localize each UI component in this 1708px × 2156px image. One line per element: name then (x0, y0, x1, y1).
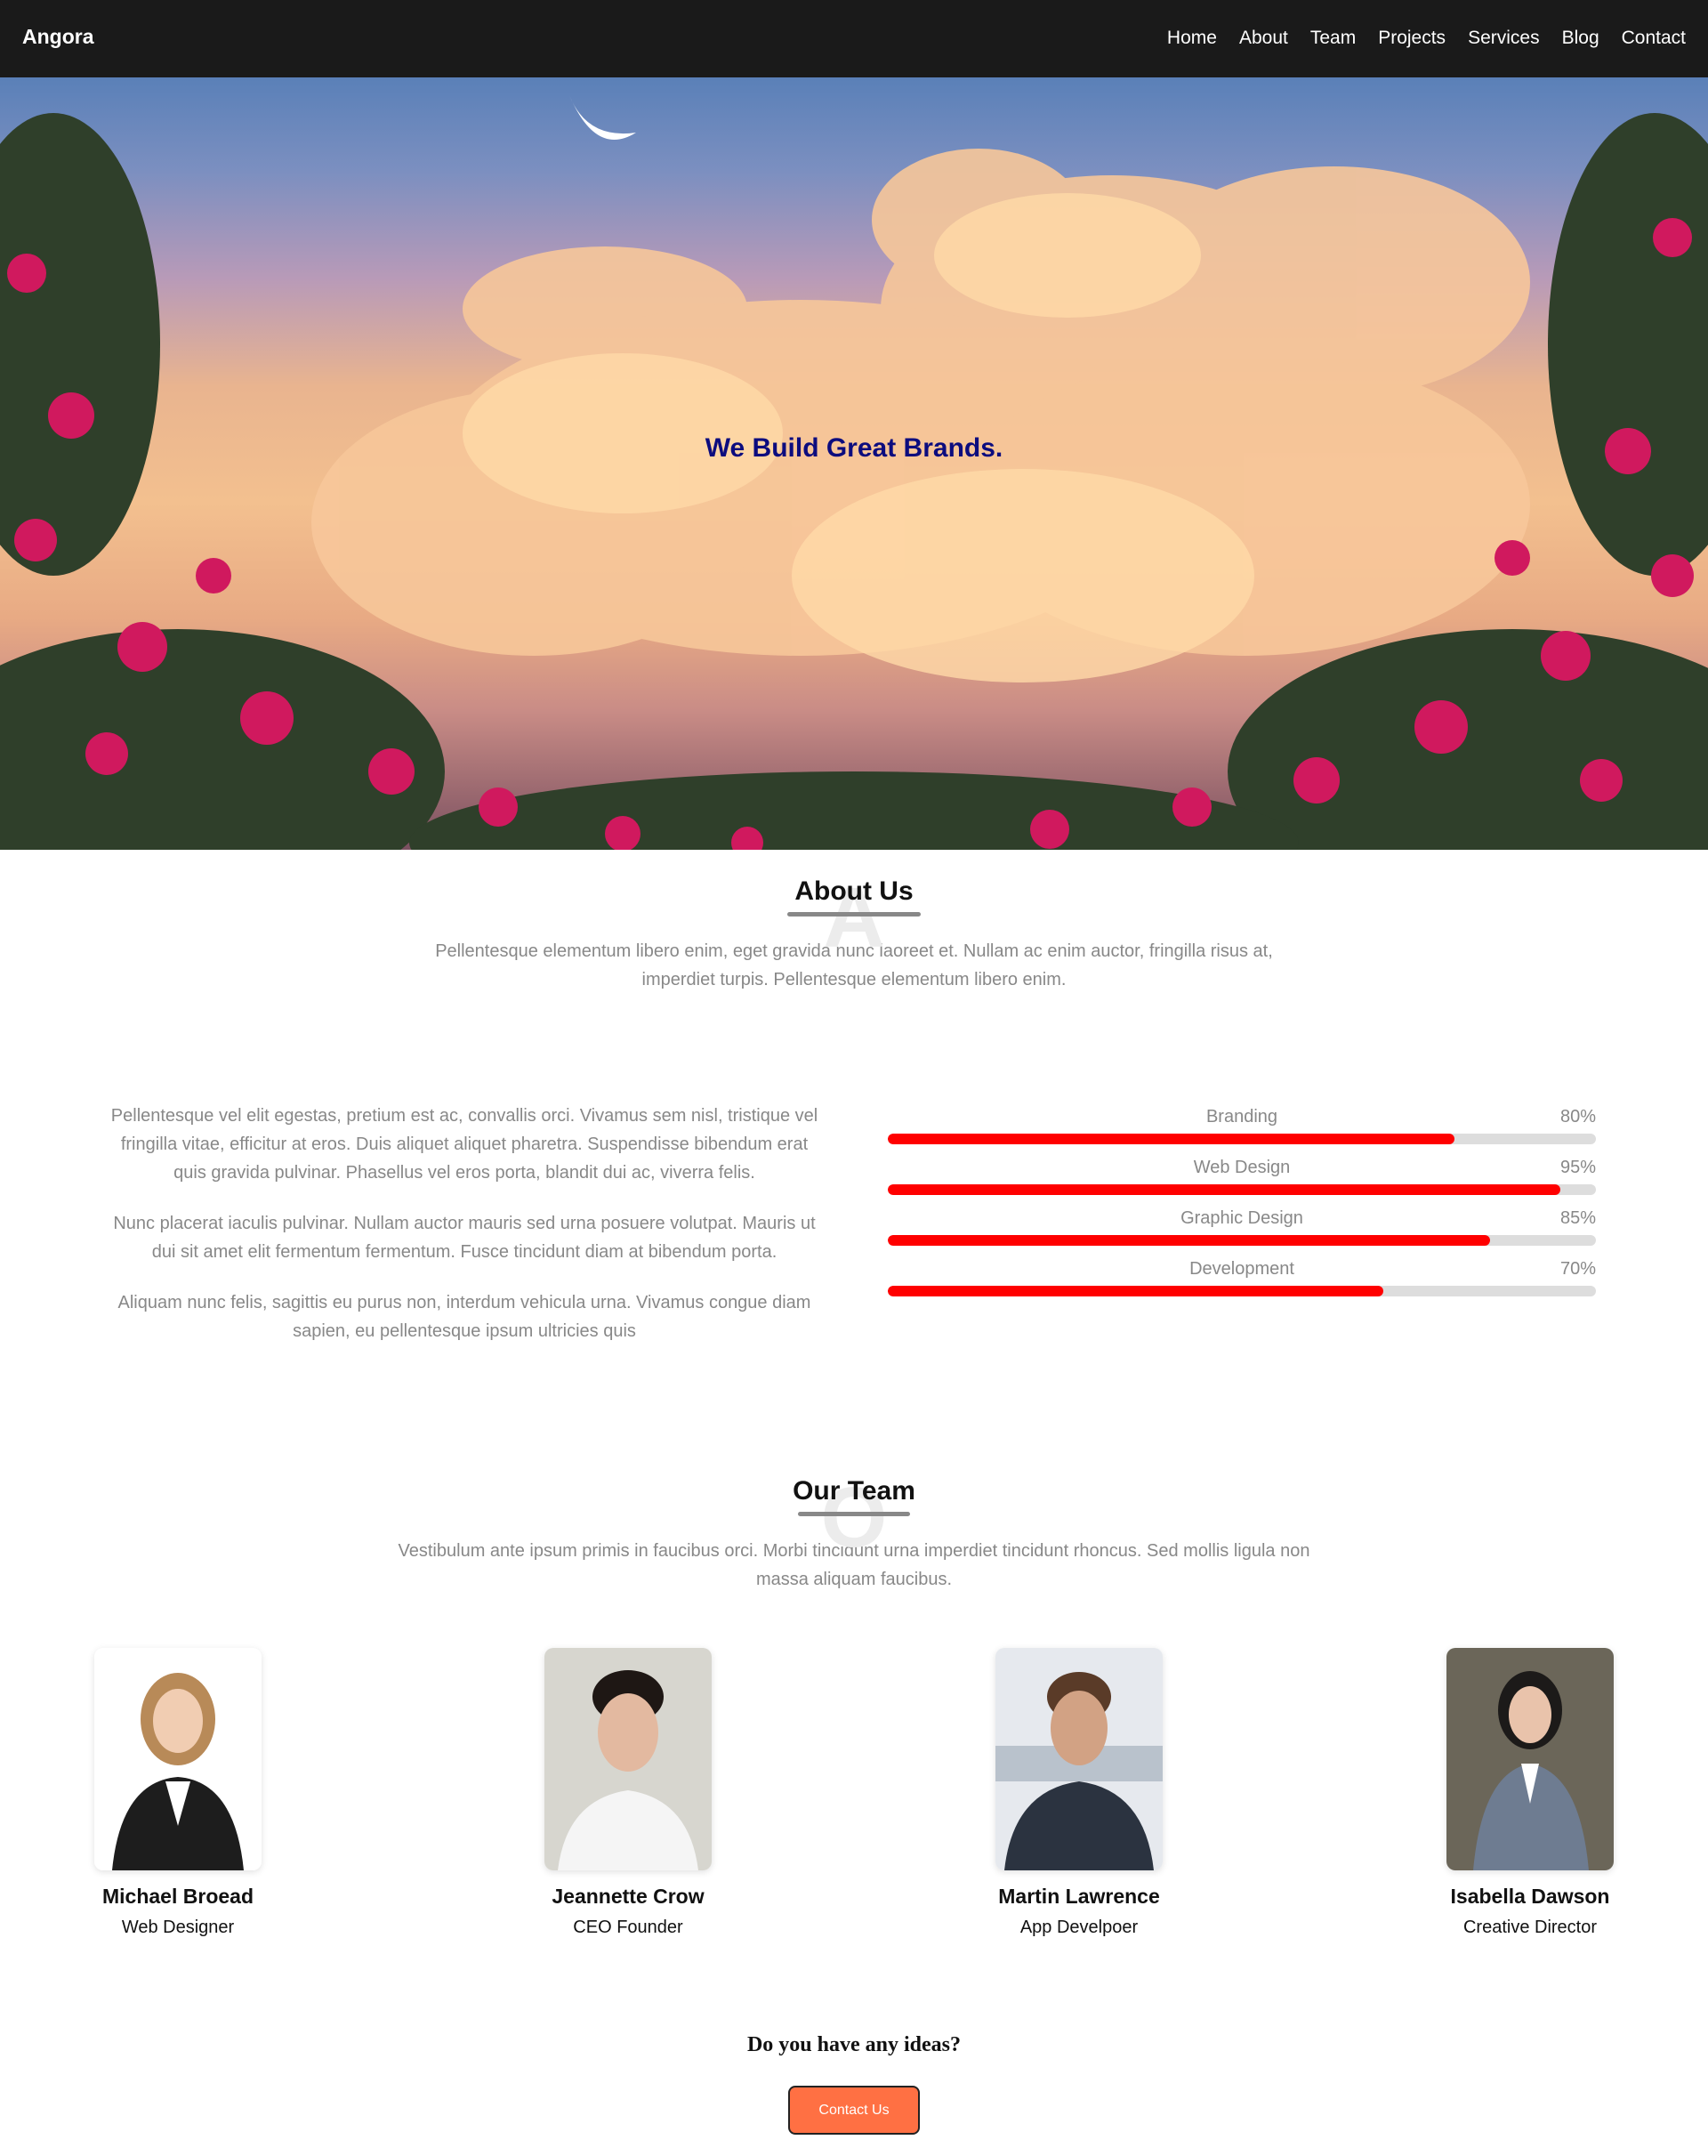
nav-item-team[interactable]: Team (1310, 28, 1356, 49)
skill-progress-fill (888, 1134, 1454, 1144)
team-title: Our Team (793, 1476, 915, 1506)
avatar (544, 1648, 712, 1870)
skill-development: Development 70% (888, 1259, 1596, 1310)
team-member-card[interactable]: Martin Lawrence App Develpoer (937, 1648, 1221, 1938)
member-name: Isabella Dawson (1450, 1885, 1610, 1908)
about-paragraph: Pellentesque vel elit egestas, pretium e… (110, 1106, 818, 1183)
team-heading: O Our Team (0, 1470, 1708, 1565)
skill-label: Web Design (1193, 1158, 1291, 1177)
about-title: About Us (794, 876, 914, 906)
hero-background-image (0, 95, 1708, 850)
nav-item-about[interactable]: About (1239, 28, 1288, 49)
skill-label: Graphic Design (1180, 1208, 1303, 1228)
cta-question: Do you have any ideas? (746, 2033, 962, 2056)
team-member-card[interactable]: Michael Broead Web Designer (36, 1648, 320, 1938)
member-role: Creative Director (1462, 1918, 1598, 1937)
contact-us-button[interactable]: Contact Us (788, 2086, 920, 2135)
skill-label: Development (1189, 1259, 1294, 1279)
skill-percent: 70% (1559, 1259, 1596, 1279)
member-role: App Develpoer (1019, 1918, 1139, 1937)
member-name: Jeannette Crow (552, 1885, 705, 1908)
nav-item-home[interactable]: Home (1167, 28, 1217, 49)
about-paragraph: Nunc placerat iaculis pulvinar. Nullam a… (113, 1214, 816, 1262)
nav-item-projects[interactable]: Projects (1378, 28, 1446, 49)
team-member-card[interactable]: Jeannette Crow CEO Founder (486, 1648, 770, 1938)
skill-progress-track (888, 1286, 1596, 1296)
avatar (995, 1648, 1163, 1870)
avatar (94, 1648, 262, 1870)
skill-progress-track (888, 1235, 1596, 1246)
about-heading: A About Us (0, 870, 1708, 965)
skill-progress-track (888, 1134, 1596, 1144)
nav-item-contact[interactable]: Contact (1622, 28, 1686, 49)
team-title-underline (798, 1512, 910, 1516)
nav-item-blog[interactable]: Blog (1562, 28, 1599, 49)
about-body-text: Pellentesque vel elit egestas, pretium e… (105, 1102, 824, 1368)
skill-percent: 95% (1559, 1158, 1596, 1177)
skills-list: Branding 80% Web Design 95% Graphic Desi… (888, 1107, 1596, 1310)
hero-banner: We Build Great Brands. (0, 77, 1708, 850)
skill-progress-fill (888, 1235, 1490, 1246)
skill-percent: 80% (1559, 1107, 1596, 1126)
about-paragraph: Aliquam nunc felis, sagittis eu purus no… (117, 1293, 811, 1341)
about-title-underline (787, 912, 921, 917)
skill-progress-fill (888, 1286, 1384, 1296)
member-role: Web Designer (121, 1918, 235, 1937)
team-member-card[interactable]: Isabella Dawson Creative Director (1388, 1648, 1672, 1938)
skill-progress-fill (888, 1184, 1561, 1195)
member-name: Michael Broead (102, 1885, 254, 1908)
brand-logo[interactable]: Angora (22, 25, 94, 49)
skill-progress-track (888, 1184, 1596, 1195)
member-name: Martin Lawrence (998, 1885, 1160, 1908)
main-nav: Home About Team Projects Services Blog C… (1167, 28, 1686, 49)
skill-percent: 85% (1559, 1208, 1596, 1228)
top-navigation-bar: Angora Home About Team Projects Services… (0, 0, 1708, 77)
skill-branding: Branding 80% (888, 1107, 1596, 1158)
hero-title: We Build Great Brands. (705, 433, 1003, 463)
skill-label: Branding (1205, 1107, 1278, 1126)
nav-item-services[interactable]: Services (1468, 28, 1540, 49)
skill-graphic-design: Graphic Design 85% (888, 1208, 1596, 1259)
avatar (1446, 1648, 1614, 1870)
skill-web-design: Web Design 95% (888, 1158, 1596, 1208)
member-role: CEO Founder (573, 1918, 683, 1937)
